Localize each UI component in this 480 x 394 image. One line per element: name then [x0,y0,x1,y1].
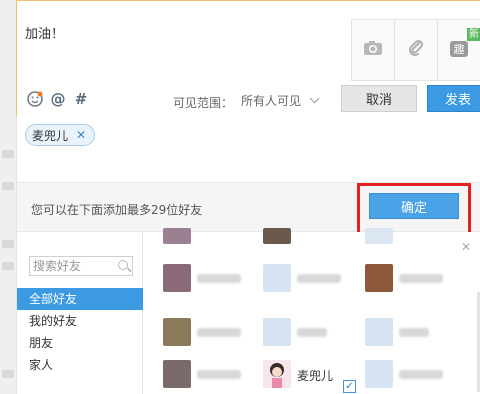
group-list: 全部好友 我的好友 朋友 家人 [17,288,143,376]
friend-item[interactable] [365,318,465,352]
search-friends-input[interactable]: 搜索好友 [29,256,133,276]
media-buttons: 趣 新 [351,19,480,81]
avatar [365,264,393,292]
friend-item-selected[interactable]: 麦兜儿 ✓ [263,360,363,394]
friend-item[interactable] [365,264,465,298]
attachment-button[interactable] [395,20,438,80]
friend-item[interactable] [163,264,263,298]
friend-item[interactable] [163,318,263,352]
avatar [365,318,393,346]
avatar [365,228,393,244]
friend-grid: ✕ 麦兜儿 ✓ [143,228,480,394]
background-blip [2,370,14,378]
avatar [365,360,393,388]
search-icon [118,260,128,270]
visibility-label: 可见范围： [173,96,234,110]
fun-icon: 趣 [449,38,469,62]
friend-item[interactable] [263,318,363,352]
background-blip [2,240,14,248]
friend-name [297,328,327,337]
friend-item[interactable] [365,228,465,262]
friend-name [399,274,443,283]
friend-name [297,274,341,283]
photo-button[interactable] [352,20,395,80]
post-textarea[interactable]: 加油！ [25,23,64,42]
visibility-value: 所有人可见 [241,93,302,108]
group-item-friends[interactable]: 朋友 [17,332,143,354]
avatar [263,318,291,346]
qzone-post-screen: 加油！ 趣 新 @ # 可见范围： 所有人可见 取消 发表 麦兜儿 ✕ 您可以在… [0,0,480,394]
avatar [263,360,291,388]
friend-name [197,328,241,337]
limit-bar: 您可以在下面添加最多29位好友 确定 [17,182,480,239]
background-blip [2,262,14,270]
search-placeholder: 搜索好友 [33,259,82,273]
avatar [163,228,191,244]
close-icon[interactable]: ✕ [76,128,86,142]
group-item-all[interactable]: 全部好友 [17,288,143,310]
post-button[interactable]: 发表 [427,85,480,112]
fun-button[interactable]: 趣 新 [438,20,480,80]
avatar [163,360,191,388]
friend-name [197,370,241,379]
mention-friends-panel: 麦兜儿 ✕ 您可以在下面添加最多29位好友 确定 搜索好友 全部好友 我的好友 … [16,116,480,394]
friend-groups-sidebar: 搜索好友 全部好友 我的好友 朋友 家人 [17,232,143,394]
friend-name [197,274,241,283]
chevron-down-icon [309,92,320,103]
friend-item[interactable] [263,228,363,262]
selected-friends-area: 麦兜儿 ✕ [17,116,480,182]
friend-item[interactable] [365,360,465,394]
avatar [263,264,291,292]
cancel-button[interactable]: 取消 [341,85,417,112]
avatar [263,228,291,244]
group-item-my-friends[interactable]: 我的好友 [17,310,143,332]
background-blip [2,150,14,158]
background-blip [2,182,14,190]
attachment-icon [407,39,425,61]
chip-label: 麦兜儿 [32,128,69,143]
friend-name [399,370,443,379]
friend-item[interactable] [163,360,263,394]
post-composer: 加油！ 趣 新 @ # 可见范围： 所有人可见 取消 发表 [16,0,480,117]
new-badge: 新 [466,28,480,41]
hashtag-button[interactable]: # [73,90,89,108]
selected-checkbox[interactable]: ✓ [343,380,356,393]
svg-text:趣: 趣 [454,42,465,56]
friend-name [399,328,429,337]
friend-item[interactable] [163,228,263,262]
friend-item[interactable] [263,264,363,298]
composer-toolbar: @ # 可见范围： 所有人可见 取消 发表 [17,81,480,117]
group-item-family[interactable]: 家人 [17,354,143,376]
camera-icon [363,40,383,60]
avatar [163,318,191,346]
visibility-select[interactable]: 所有人可见 [241,91,333,109]
emoji-icon[interactable] [27,91,43,107]
mention-button[interactable]: @ [50,90,66,108]
selected-friend-chip[interactable]: 麦兜儿 ✕ [25,124,96,146]
limit-text: 您可以在下面添加最多29位好友 [31,203,203,217]
avatar [163,264,191,292]
friend-name: 麦兜儿 [297,369,334,383]
